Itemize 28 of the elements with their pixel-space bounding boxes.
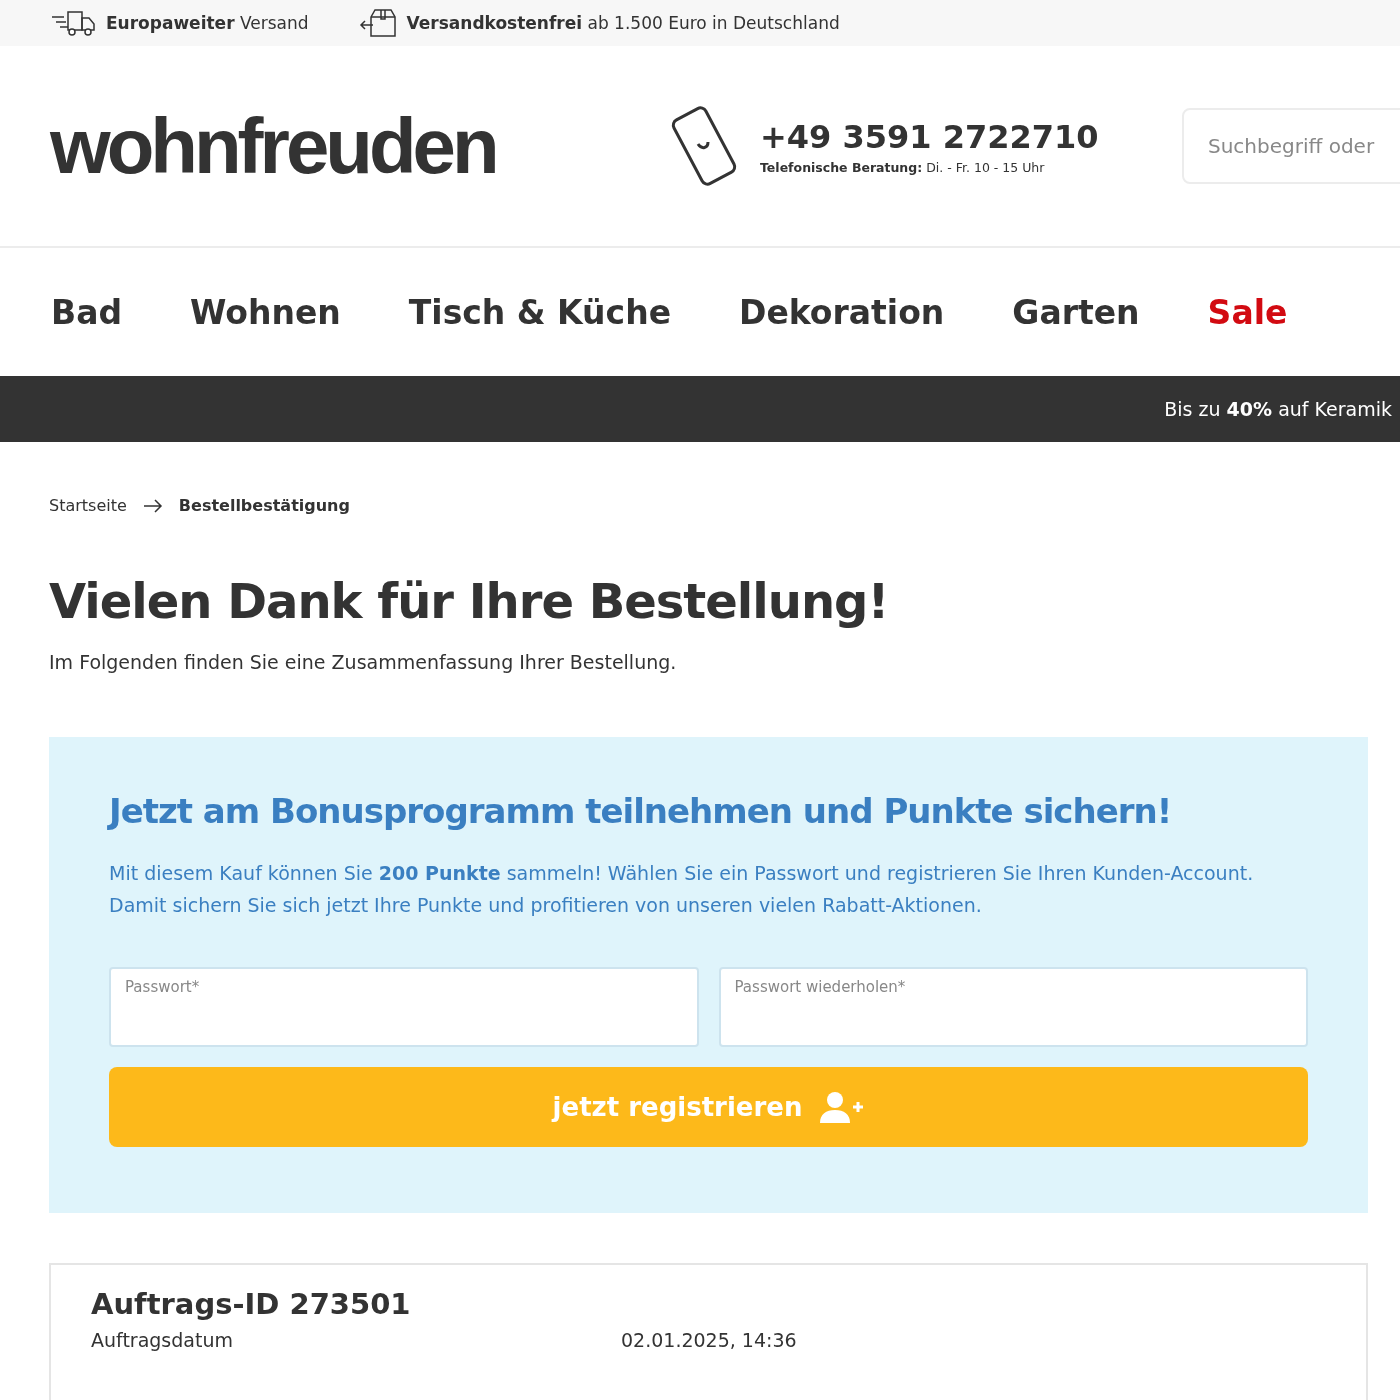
- consultation-hours: Telefonische Beratung: Di. - Fr. 10 - 15 Uhr: [760, 159, 1046, 175]
- phone-number: +49 3591 2722710: [760, 117, 1099, 156]
- page-title: Vielen Dank für Ihre Bestellung!: [49, 573, 890, 629]
- breadcrumb-link[interactable]: Bestellbestätigung: [178, 496, 350, 515]
- search-field[interactable]: Suchbegriff oder: [1182, 108, 1400, 184]
- bonus-title: Jetzt am Bonusprogramm teilnehmen und Punkte sichern!: [109, 791, 1173, 831]
- nav-item[interactable]: Sale: [1207, 292, 1288, 332]
- arrow-right-icon: [142, 498, 163, 513]
- parcel-icon: [358, 8, 399, 38]
- password-field[interactable]: Passwort wiederholen*: [718, 967, 1308, 1047]
- shipping-info: Versandkostenfrei ab 1.500 Euro in Deutschland: [406, 13, 840, 33]
- nav-item[interactable]: Tisch & Küche: [408, 292, 671, 332]
- order-value: 02.01.2025, 14:36: [621, 1329, 798, 1351]
- order-title: Auftrags-ID 273501: [91, 1287, 412, 1321]
- password-field[interactable]: Passwort*: [109, 967, 699, 1047]
- shipping-info: Europaweiter Versand: [106, 13, 309, 33]
- promo-text: Bis zu 40% auf Keramik: [1164, 398, 1392, 420]
- nav-item[interactable]: Dekoration: [739, 292, 945, 332]
- truck-icon: [50, 9, 98, 37]
- breadcrumb-link[interactable]: Startseite: [49, 496, 127, 515]
- nav-item[interactable]: Garten: [1012, 292, 1140, 332]
- nav-item[interactable]: Bad: [51, 292, 123, 332]
- nav-item[interactable]: Wohnen: [190, 292, 341, 332]
- add-user-icon: [820, 1091, 865, 1123]
- order-label: Auftragsdatum: [91, 1329, 234, 1351]
- logo[interactable]: wohnfreuden: [50, 100, 670, 192]
- page-subtitle: Im Folgenden finden Sie eine Zusammenfassung Ihrer Bestellung.: [49, 651, 678, 673]
- bonus-text: Mit diesem Kauf können Sie 200 Punkte sammeln! Wählen Sie ein Passwort und registrieren Sie Ihren Kunden-Account. Damit sichern Sie sich jetzt Ihre Punkte und profitieren von unseren vielen Rabatt-Aktionen.: [109, 861, 1255, 918]
